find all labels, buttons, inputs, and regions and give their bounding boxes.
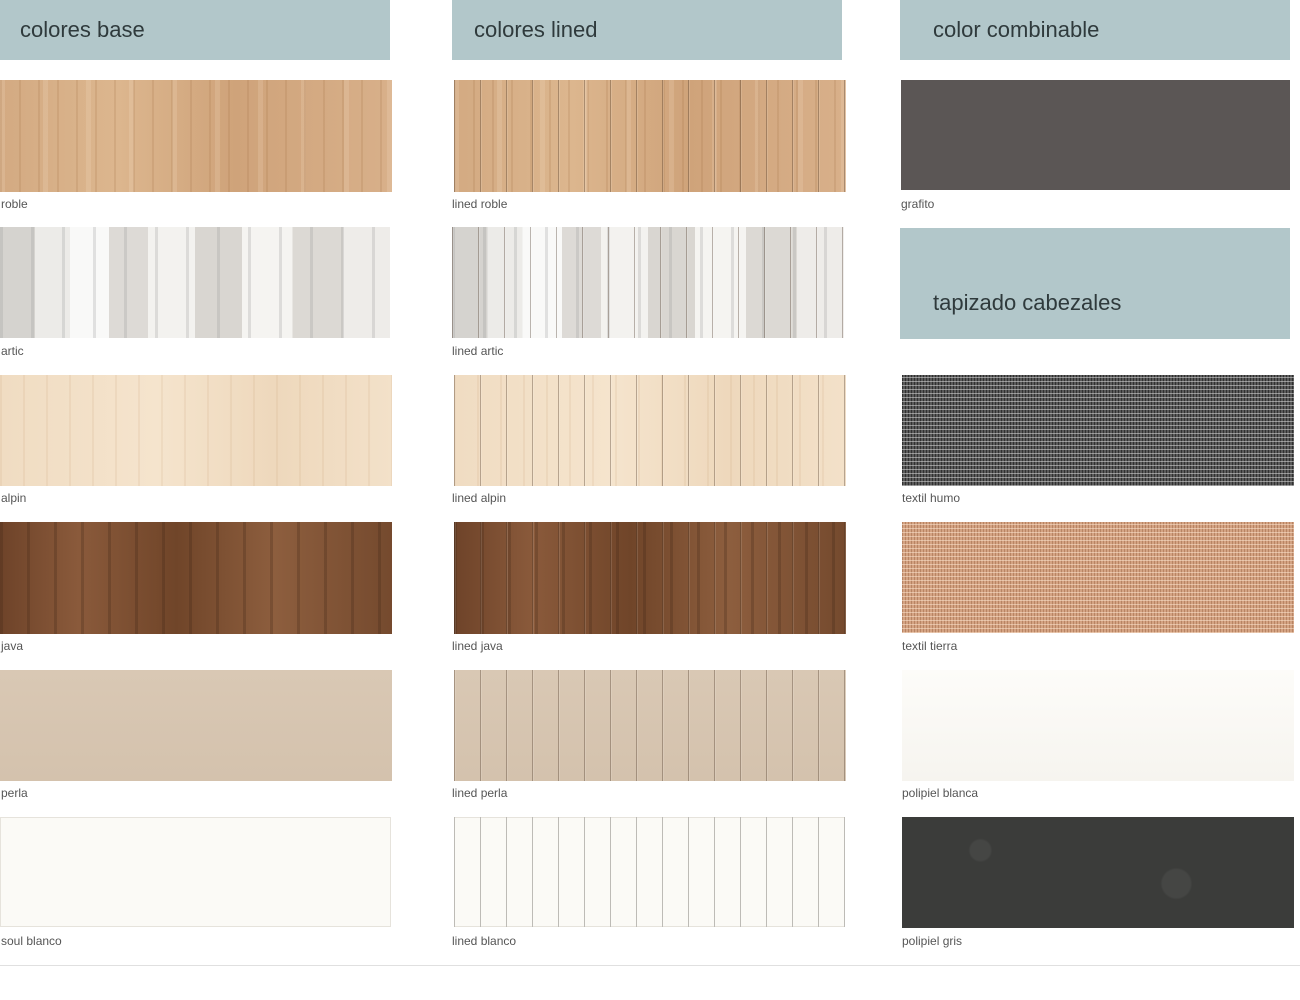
swatch-textil-humo[interactable]	[902, 375, 1294, 486]
swatch-label: lined artic	[452, 344, 504, 358]
header-tapizado-cabezales-label: tapizado cabezales	[933, 289, 1122, 315]
swatch-label: soul blanco	[1, 934, 62, 948]
swatch-roble[interactable]	[0, 80, 392, 192]
swatch-java[interactable]	[0, 522, 392, 634]
bottom-divider	[0, 965, 1300, 966]
swatch-artic[interactable]	[0, 227, 390, 338]
swatch-polipiel-gris[interactable]	[902, 817, 1294, 928]
swatch-label: lined perla	[452, 786, 508, 800]
swatch-label: textil tierra	[902, 639, 958, 653]
swatch-label: polipiel blanca	[902, 786, 979, 800]
swatch-lined-artic[interactable]	[452, 227, 844, 338]
header-color-combinable-label: color combinable	[933, 17, 1100, 42]
swatch-label: lined java	[452, 639, 503, 653]
header-colores-lined-label: colores lined	[474, 17, 598, 42]
swatch-label: textil humo	[902, 491, 961, 505]
swatch-textil-tierra[interactable]	[902, 522, 1294, 633]
swatch-lined-blanco[interactable]	[454, 817, 845, 927]
swatch-perla[interactable]	[0, 670, 392, 781]
swatch-label: lined roble	[452, 197, 508, 211]
swatch-lined-alpin[interactable]	[454, 375, 846, 486]
swatch-soul-blanco[interactable]	[0, 817, 391, 927]
header-colores-lined: colores lined	[452, 0, 842, 60]
header-colores-base: colores base	[0, 0, 390, 60]
swatch-label: polipiel gris	[902, 934, 963, 948]
swatch-label: perla	[1, 786, 28, 800]
swatch-label: roble	[1, 197, 28, 211]
swatch-lined-perla[interactable]	[454, 670, 846, 781]
swatch-label: alpin	[1, 491, 27, 505]
header-color-combinable: color combinable	[900, 0, 1290, 60]
swatch-label: lined alpin	[452, 491, 507, 505]
swatch-lined-roble[interactable]	[454, 80, 846, 192]
header-tapizado-cabezales: tapizado cabezales	[900, 228, 1290, 339]
swatch-label: lined blanco	[452, 934, 517, 948]
header-colores-base-label: colores base	[20, 17, 145, 42]
swatch-label: grafito	[901, 197, 935, 211]
swatch-label: java	[1, 639, 24, 653]
swatch-polipiel-blanca[interactable]	[902, 670, 1294, 781]
swatch-grafito[interactable]	[901, 80, 1290, 190]
swatch-label: artic	[1, 344, 24, 358]
swatch-lined-java[interactable]	[454, 522, 846, 634]
swatch-alpin[interactable]	[0, 375, 392, 486]
